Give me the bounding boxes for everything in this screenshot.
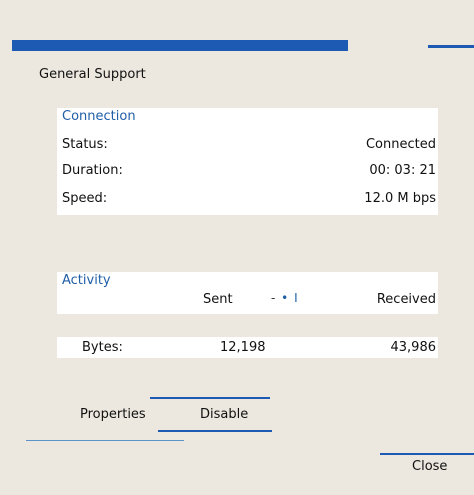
bottom-divider [26, 440, 184, 441]
header-accent-bar [12, 40, 348, 51]
disable-button[interactable]: Disable [200, 407, 248, 422]
activity-icon-bar: I [294, 291, 299, 305]
duration-value: 00: 03: 21 [369, 163, 436, 178]
speed-value: 12.0 M bps [364, 191, 436, 206]
sent-column-header: Sent [203, 292, 233, 307]
disable-button-top-border [150, 397, 270, 399]
speed-label: Speed: [62, 191, 108, 206]
status-label: Status: [62, 137, 108, 152]
properties-button[interactable]: Properties [80, 407, 146, 422]
close-button[interactable]: Close [412, 459, 447, 474]
bytes-sent-value: 12,198 [220, 340, 266, 355]
activity-section-label: Activity [62, 273, 111, 288]
connection-section-label: Connection [62, 109, 136, 124]
network-activity-icon: - • I [271, 291, 299, 305]
connection-status-dialog: General Support Connection Status: Conne… [0, 0, 474, 495]
status-value: Connected [365, 137, 436, 152]
activity-icon-dash: - [271, 291, 277, 305]
close-button-top-border [380, 453, 474, 455]
disable-button-bottom-border [158, 430, 272, 432]
received-column-header: Received [376, 292, 436, 307]
duration-label: Duration: [62, 163, 123, 178]
bytes-received-value: 43,986 [390, 340, 437, 355]
header-accent-bar-small [428, 45, 474, 48]
activity-icon-dot: • [281, 291, 290, 305]
bytes-label: Bytes: [82, 340, 123, 355]
group-title: General Support [39, 67, 146, 82]
